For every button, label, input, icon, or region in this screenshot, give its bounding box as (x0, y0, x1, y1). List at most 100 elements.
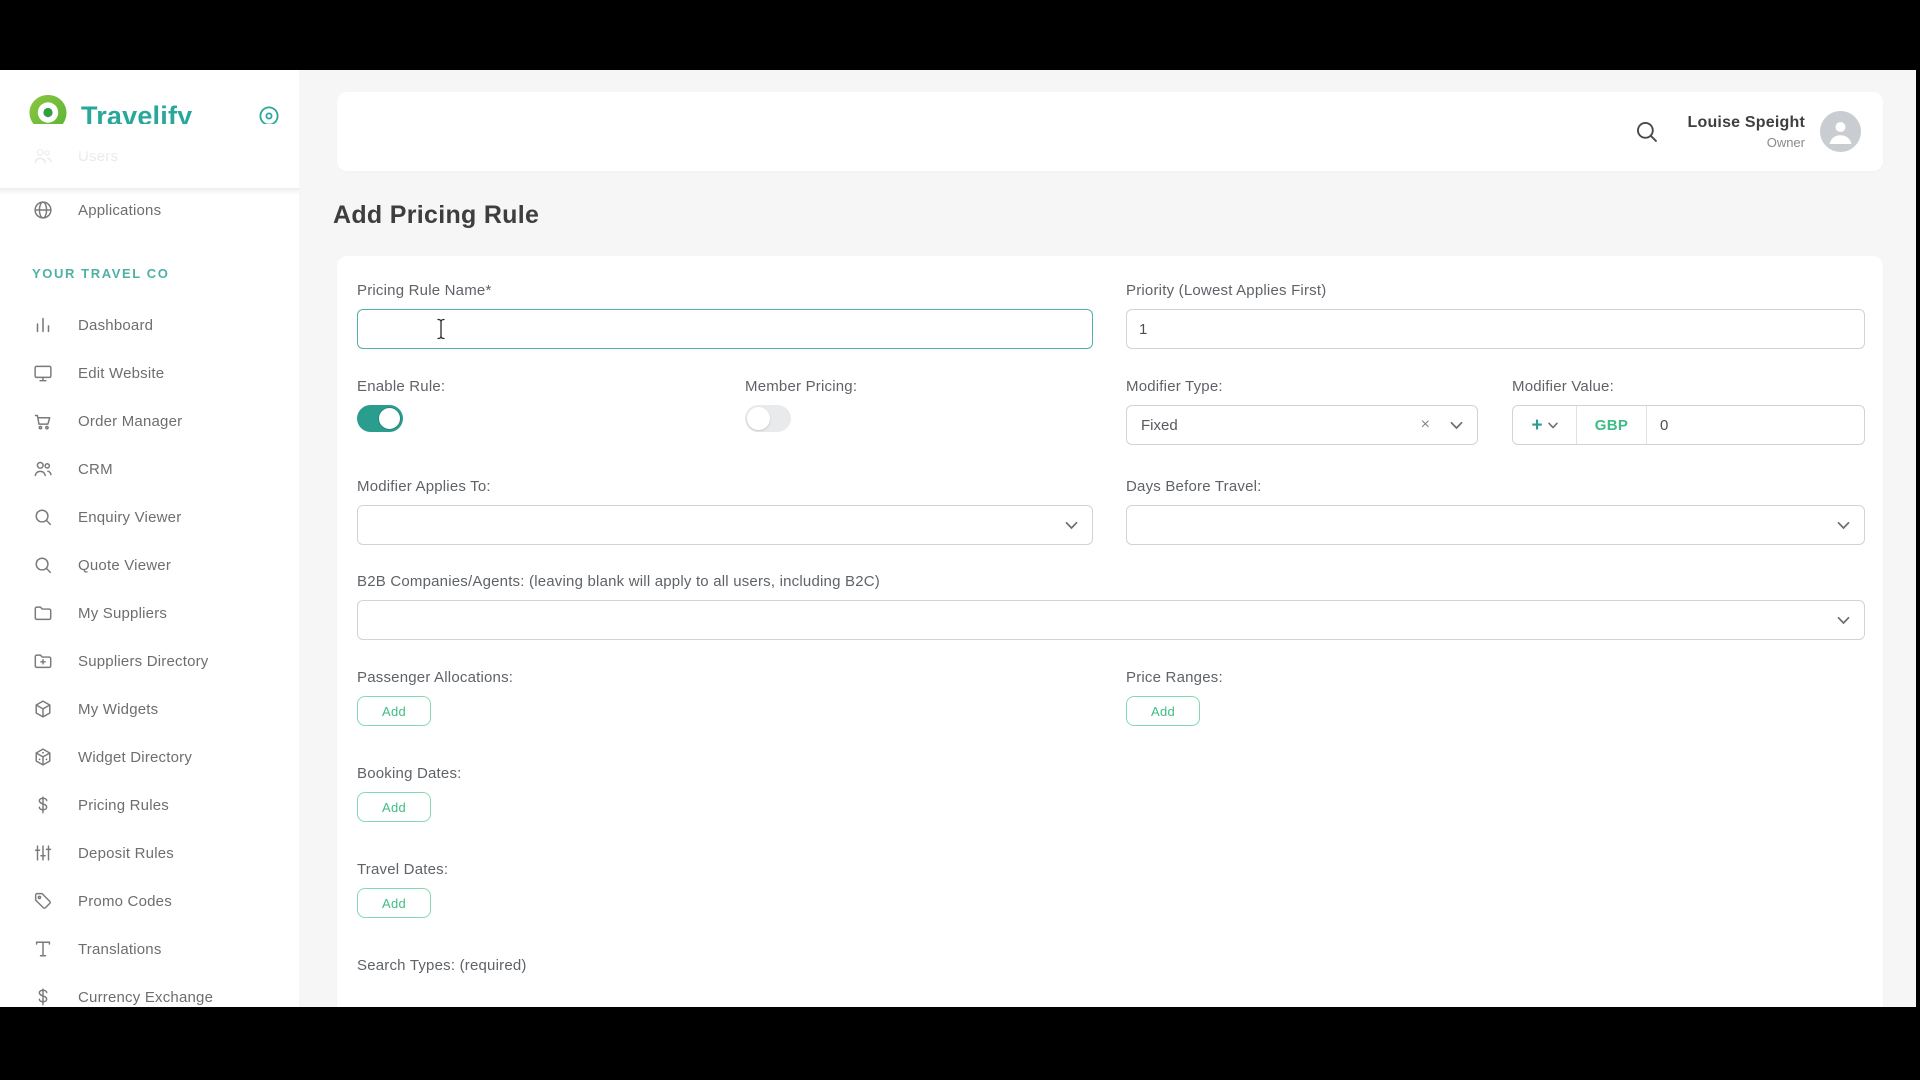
chevron-down-icon (1837, 521, 1850, 530)
sidebar: Travelify Users (0, 70, 299, 1007)
enable-rule-label: Enable Rule: (357, 378, 745, 395)
enable-rule-toggle[interactable] (357, 405, 403, 432)
sidebar-item-label: Enquiry Viewer (78, 509, 181, 526)
app-window: Travelify Users (0, 70, 1916, 1007)
row-name-priority: Pricing Rule Name* Priority (Lowest Appl… (357, 282, 1865, 349)
row-booking-dates: Booking Dates: Add (357, 765, 1865, 822)
row-travel-dates: Travel Dates: Add (357, 861, 1865, 918)
sidebar-item-label: Translations (78, 941, 162, 958)
days-before-travel-label: Days Before Travel: (1126, 478, 1865, 495)
user-name: Louise Speight (1688, 114, 1805, 132)
passenger-allocations-label: Passenger Allocations: (357, 669, 1126, 686)
globe-icon (32, 199, 54, 221)
chevron-down-icon (1548, 422, 1558, 429)
chevron-down-icon (1837, 616, 1850, 625)
sidebar-item-applications[interactable]: Applications (0, 186, 299, 234)
sidebar-item-label: Dashboard (78, 317, 153, 334)
price-ranges-add-button[interactable]: Add (1126, 696, 1200, 726)
modifier-sign-select[interactable]: + (1513, 406, 1577, 444)
b2b-companies-select[interactable] (357, 600, 1865, 640)
people-icon (32, 458, 54, 480)
currency-code: GBP (1577, 406, 1647, 444)
sidebar-item-enquiry-viewer[interactable]: Enquiry Viewer (0, 493, 299, 541)
days-before-travel-select[interactable] (1126, 505, 1865, 545)
row-applies-days: Modifier Applies To: Days Before Travel: (357, 478, 1865, 545)
passenger-allocations-add-button[interactable]: Add (357, 696, 431, 726)
modifier-value-group: + GBP 0 (1512, 405, 1865, 445)
sidebar-item-deposit-rules[interactable]: Deposit Rules (0, 829, 299, 877)
monitor-icon (32, 362, 54, 384)
sidebar-item-label: Edit Website (78, 365, 164, 382)
cube-icon (32, 698, 54, 720)
sidebar-item-translations[interactable]: Translations (0, 925, 299, 973)
row-search-types: Search Types: (required) (357, 957, 1865, 974)
travel-dates-add-button[interactable]: Add (357, 888, 431, 918)
sidebar-item-label: My Suppliers (78, 605, 167, 622)
main-area: Louise Speight Owner Add Pricing Rule Pr… (299, 70, 1916, 1007)
pricing-rule-name-label: Pricing Rule Name* (357, 282, 1093, 299)
row-allocations-ranges: Passenger Allocations: Add Price Ranges:… (357, 669, 1865, 726)
clear-icon[interactable]: × (1421, 416, 1430, 434)
sidebar-item-label: Suppliers Directory (78, 653, 209, 670)
dollar-icon (32, 986, 54, 1007)
sidebar-item-label: My Widgets (78, 701, 158, 718)
cart-icon (32, 410, 54, 432)
sidebar-item-label: Pricing Rules (78, 797, 169, 814)
priority-label: Priority (Lowest Applies First) (1126, 282, 1865, 299)
sidebar-item-pricing-rules[interactable]: Pricing Rules (0, 781, 299, 829)
sidebar-item-label: Currency Exchange (78, 989, 213, 1006)
sidebar-item-label: Promo Codes (78, 893, 172, 910)
search-icon[interactable] (1633, 118, 1660, 145)
sidebar-item-order-manager[interactable]: Order Manager (0, 397, 299, 445)
user-role: Owner (1688, 135, 1805, 150)
folder-plus-icon (32, 650, 54, 672)
b2b-companies-label: B2B Companies/Agents: (leaving blank wil… (357, 573, 1865, 590)
search-icon (32, 506, 54, 528)
modifier-applies-to-select[interactable] (357, 505, 1093, 545)
avatar[interactable] (1820, 111, 1861, 152)
users-icon (32, 145, 54, 167)
sidebar-item-edit-website[interactable]: Edit Website (0, 349, 299, 397)
modifier-value-input[interactable]: 0 (1647, 406, 1864, 444)
sidebar-item-my-widgets[interactable]: My Widgets (0, 685, 299, 733)
member-pricing-label: Member Pricing: (745, 378, 1126, 395)
sidebar-item-my-suppliers[interactable]: My Suppliers (0, 589, 299, 637)
row-toggles-modifier: Enable Rule: Member Pricing: Modifier Ty… (357, 378, 1865, 445)
sidebar-item-users[interactable]: Users (0, 132, 299, 180)
modifier-type-select[interactable]: Fixed × (1126, 405, 1478, 445)
sidebar-item-promo-codes[interactable]: Promo Codes (0, 877, 299, 925)
booking-dates-add-button[interactable]: Add (357, 792, 431, 822)
member-pricing-toggle[interactable] (745, 405, 791, 432)
sidebar-item-label: Widget Directory (78, 749, 192, 766)
price-ranges-label: Price Ranges: (1126, 669, 1865, 686)
search-icon (32, 554, 54, 576)
travel-dates-label: Travel Dates: (357, 861, 1865, 878)
modifier-applies-to-label: Modifier Applies To: (357, 478, 1093, 495)
top-header: Louise Speight Owner (337, 92, 1883, 171)
page-title: Add Pricing Rule (333, 201, 1916, 230)
sidebar-item-crm[interactable]: CRM (0, 445, 299, 493)
sidebar-item-label: Applications (78, 202, 161, 219)
tag-icon (32, 890, 54, 912)
user-menu[interactable]: Louise Speight Owner (1688, 114, 1805, 150)
sidebar-item-widget-directory[interactable]: Widget Directory (0, 733, 299, 781)
sidebar-item-currency-exchange[interactable]: Currency Exchange (0, 973, 299, 1007)
cube-grid-icon (32, 746, 54, 768)
sidebar-item-label: CRM (78, 461, 113, 478)
sidebar-nav: Dashboard Edit Website Order Manager (0, 301, 299, 1007)
search-types-label: Search Types: (required) (357, 957, 1865, 974)
sidebar-item-quote-viewer[interactable]: Quote Viewer (0, 541, 299, 589)
sidebar-item-label: Order Manager (78, 413, 182, 430)
pricing-rule-name-input[interactable] (357, 309, 1093, 349)
sidebar-item-label: Quote Viewer (78, 557, 171, 574)
sidebar-item-suppliers-directory[interactable]: Suppliers Directory (0, 637, 299, 685)
text-cursor-icon (436, 318, 446, 340)
row-b2b: B2B Companies/Agents: (leaving blank wil… (357, 573, 1865, 640)
circle-dot-icon[interactable] (257, 104, 281, 128)
priority-input[interactable]: 1 (1126, 309, 1865, 349)
pricing-rule-form: Pricing Rule Name* Priority (Lowest Appl… (337, 256, 1883, 1007)
sidebar-item-label: Deposit Rules (78, 845, 174, 862)
brand-name: Travelify (81, 101, 192, 132)
letter-t-icon (32, 938, 54, 960)
sidebar-item-dashboard[interactable]: Dashboard (0, 301, 299, 349)
